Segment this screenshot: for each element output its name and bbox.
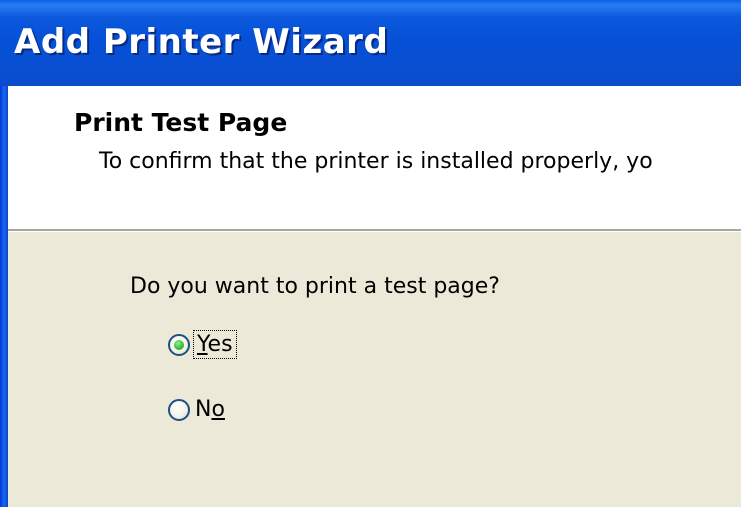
wizard-body: Do you want to print a test page? Yes No xyxy=(8,232,741,507)
no-radio-label[interactable]: No xyxy=(195,397,225,422)
no-radio-button[interactable] xyxy=(168,398,190,421)
yes-radio-button[interactable] xyxy=(168,333,190,356)
radio-selected-dot xyxy=(174,339,184,350)
window-title: Add Printer Wizard xyxy=(14,22,389,62)
yes-mnemonic: Y xyxy=(197,332,208,357)
yes-radio-option[interactable]: Yes xyxy=(168,330,237,359)
window-frame-left xyxy=(0,86,8,507)
no-radio-option[interactable]: No xyxy=(168,397,225,422)
no-label-pre: N xyxy=(195,397,212,422)
yes-label-rest: es xyxy=(207,332,233,357)
yes-radio-label[interactable]: Yes xyxy=(193,330,237,359)
no-mnemonic: o xyxy=(211,397,225,422)
title-bar[interactable]: Add Printer Wizard xyxy=(0,0,741,86)
page-subtitle: To confirm that the printer is installed… xyxy=(99,149,653,174)
add-printer-wizard-window: Add Printer Wizard Print Test Page To co… xyxy=(0,0,741,507)
wizard-header: Print Test Page To confirm that the prin… xyxy=(8,86,741,229)
page-title: Print Test Page xyxy=(74,108,288,137)
test-page-question: Do you want to print a test page? xyxy=(130,274,500,299)
